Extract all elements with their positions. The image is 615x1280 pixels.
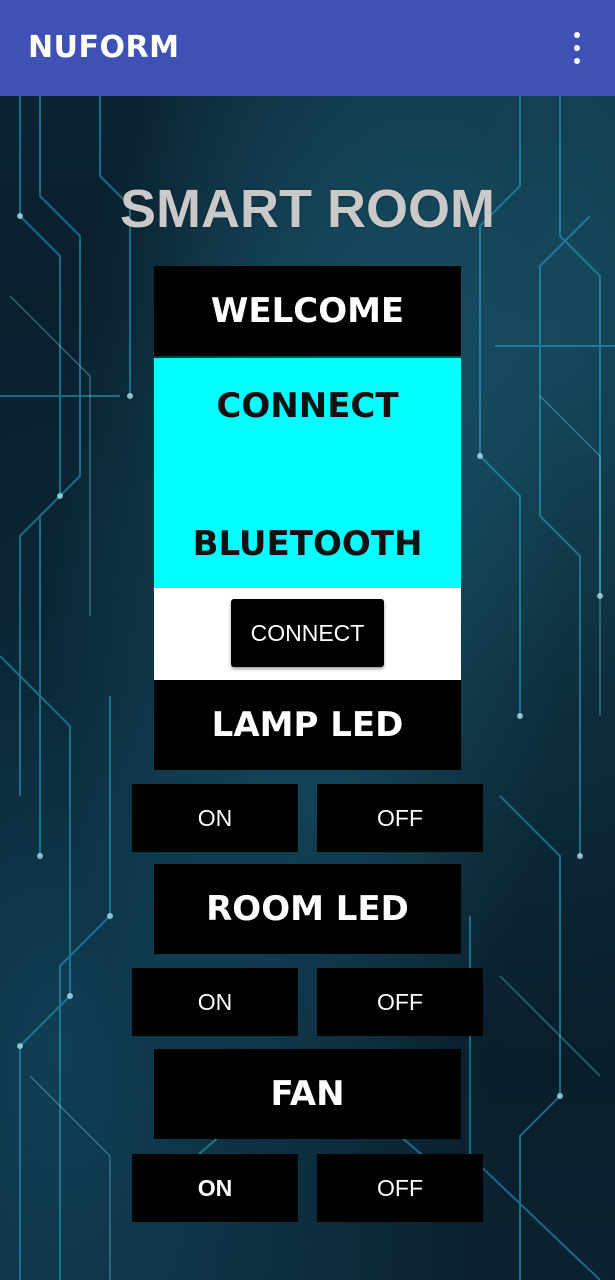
bluetooth-panel-line2: BLUETOOTH	[192, 524, 423, 564]
page-title: SMART ROOM	[120, 179, 495, 239]
app-bar: NUFORM	[0, 0, 615, 96]
room-led-label: ROOM LED	[154, 864, 461, 954]
fan-label: FAN	[154, 1049, 461, 1139]
lamp-off-button[interactable]: OFF	[317, 784, 483, 852]
fan-off-button[interactable]: OFF	[317, 1154, 483, 1222]
fan-on-button[interactable]: ON	[132, 1154, 298, 1222]
connect-panel: CONNECT	[154, 588, 461, 680]
connect-button[interactable]: CONNECT	[231, 599, 384, 667]
more-vert-icon[interactable]	[567, 32, 587, 64]
bluetooth-panel-line1: CONNECT	[216, 386, 399, 426]
room-on-button[interactable]: ON	[132, 968, 298, 1036]
lamp-on-button[interactable]: ON	[132, 784, 298, 852]
lamp-led-label: LAMP LED	[154, 680, 461, 770]
bluetooth-panel: CONNECT BLUETOOTH	[154, 358, 461, 588]
welcome-label: WELCOME	[154, 266, 461, 356]
room-off-button[interactable]: OFF	[317, 968, 483, 1036]
app-title: NUFORM	[28, 30, 180, 65]
